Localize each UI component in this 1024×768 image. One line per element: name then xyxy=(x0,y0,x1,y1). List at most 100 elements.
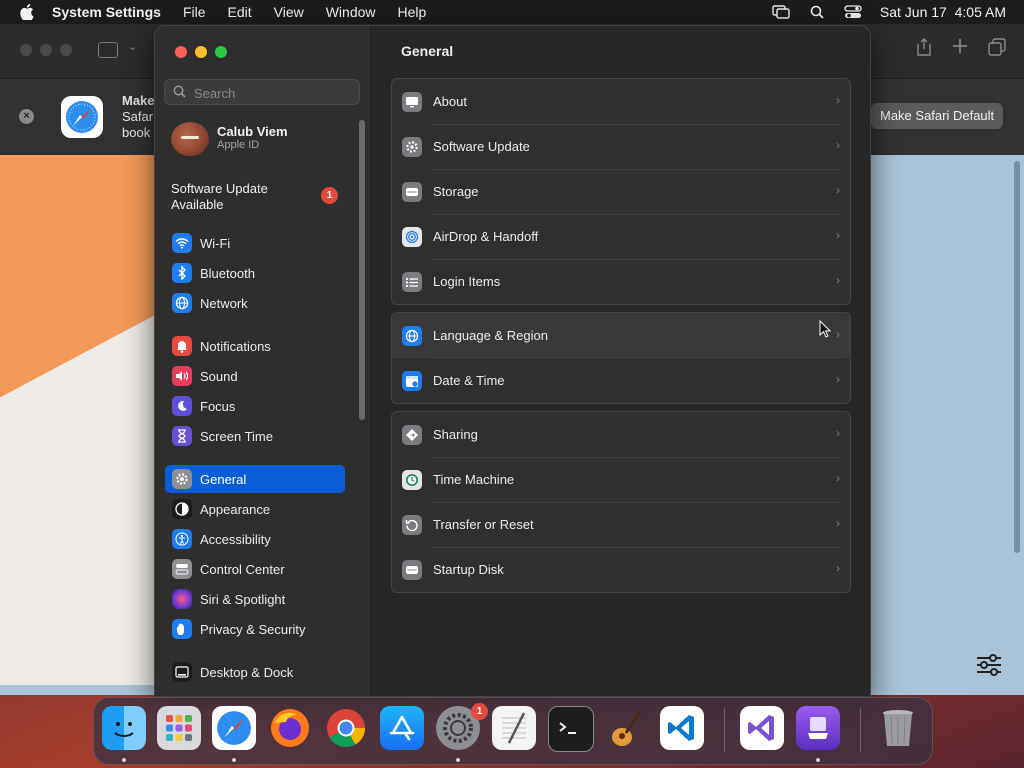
sidebar-scrollbar[interactable] xyxy=(359,120,365,420)
sidebar-item-network[interactable]: Network xyxy=(165,289,345,317)
sidebar-item-privacy-security[interactable]: Privacy & Security xyxy=(165,615,345,643)
menu-file[interactable]: File xyxy=(183,4,206,20)
chevron-right-icon: › xyxy=(836,372,840,386)
chevron-right-icon: › xyxy=(836,426,840,440)
banner-title: Make xyxy=(122,93,155,108)
menu-edit[interactable]: Edit xyxy=(228,4,252,20)
minimize-window-button[interactable] xyxy=(195,46,207,58)
share-icon[interactable] xyxy=(916,38,932,61)
running-indicator xyxy=(122,758,126,762)
app-store-icon[interactable] xyxy=(380,706,424,750)
banner-line-3: book xyxy=(122,125,151,140)
sidebar-item-wifi[interactable]: Wi-Fi xyxy=(165,229,345,257)
settings-row-transfer-reset[interactable]: Transfer or Reset › xyxy=(392,502,850,547)
sidebar-item-label: Privacy & Security xyxy=(200,621,306,637)
trash-icon[interactable] xyxy=(876,706,920,750)
safari-icon[interactable] xyxy=(212,706,256,750)
search-input[interactable] xyxy=(192,83,356,103)
control-center-icon[interactable] xyxy=(844,4,862,20)
sidebar-toggle-icon[interactable] xyxy=(98,42,118,58)
terminal-icon[interactable] xyxy=(548,706,594,752)
sidebar-item-label: Notifications xyxy=(200,338,271,354)
sidebar-item-accessibility[interactable]: Accessibility xyxy=(165,525,345,553)
settings-row-about[interactable]: About › xyxy=(392,79,850,124)
globe-icon xyxy=(172,293,192,313)
sidebar-item-label: Accessibility xyxy=(200,531,271,547)
sidebar-item-notifications[interactable]: Notifications xyxy=(165,332,345,360)
vscode-icon[interactable] xyxy=(660,706,704,750)
page-title: General xyxy=(401,43,454,59)
apple-id-account[interactable]: Calub Viem Apple ID xyxy=(171,122,361,162)
display-icon xyxy=(402,91,422,112)
gear-badge-icon xyxy=(402,136,422,157)
dock-separator xyxy=(724,708,725,752)
chevron-right-icon: › xyxy=(836,327,840,341)
settings-row-login-items[interactable]: Login Items › xyxy=(392,259,850,304)
settings-row-date-time[interactable]: Date & Time › xyxy=(392,358,850,403)
menu-window[interactable]: Window xyxy=(326,4,376,20)
close-window-button[interactable] xyxy=(175,46,187,58)
sidebar-item-sound[interactable]: Sound xyxy=(165,362,345,390)
close-icon[interactable]: × xyxy=(19,109,34,124)
safari-window-controls[interactable] xyxy=(20,44,72,56)
sidebar-item-label: General xyxy=(200,471,247,487)
sidebar-item-focus[interactable]: Focus xyxy=(165,392,345,420)
sidebar-item-screen-time[interactable]: Screen Time xyxy=(165,422,345,450)
settings-row-airdrop-handoff[interactable]: AirDrop & Handoff › xyxy=(392,214,850,259)
screen-mirroring-icon[interactable] xyxy=(772,4,790,20)
sidebar-item-label: Control Center xyxy=(200,561,285,577)
settings-row-software-update[interactable]: Software Update › xyxy=(392,124,850,169)
menu-clock[interactable]: Sat Jun 17 4:05 AM xyxy=(880,4,1006,20)
make-safari-default-button[interactable]: Make Safari Default xyxy=(871,103,1004,129)
menu-help[interactable]: Help xyxy=(398,4,427,20)
settings-row-language-region[interactable]: Language & Region › xyxy=(392,313,850,358)
dock: 1 xyxy=(93,697,933,765)
settings-row-time-machine[interactable]: Time Machine › xyxy=(392,457,850,502)
apple-menu-icon[interactable] xyxy=(18,3,36,21)
settings-row-startup-disk[interactable]: Startup Disk › xyxy=(392,547,850,592)
textedit-icon[interactable] xyxy=(492,706,536,750)
sidebar-item-bluetooth[interactable]: Bluetooth xyxy=(165,259,345,287)
sidebar-item-desktop-dock[interactable]: Desktop & Dock xyxy=(165,658,345,686)
disk-icon xyxy=(402,559,422,580)
new-tab-icon[interactable] xyxy=(952,38,968,61)
menu-bar: System Settings File Edit View Window He… xyxy=(0,0,1024,24)
sidebar-item-appearance[interactable]: Appearance xyxy=(165,495,345,523)
chrome-icon[interactable] xyxy=(324,706,368,750)
menu-view[interactable]: View xyxy=(274,4,304,20)
hourglass-icon xyxy=(172,426,192,446)
finder-icon[interactable] xyxy=(102,706,146,750)
row-label: Transfer or Reset xyxy=(433,517,534,532)
settings-row-storage[interactable]: Storage › xyxy=(392,169,850,214)
spotlight-search-icon[interactable] xyxy=(808,4,826,20)
running-indicator xyxy=(456,758,460,762)
avatar xyxy=(171,122,209,156)
mouse-pointer-icon xyxy=(819,319,832,343)
sidebar-item-control-center[interactable]: Control Center xyxy=(165,555,345,583)
menu-app-name[interactable]: System Settings xyxy=(52,4,161,20)
safari-scrollbar[interactable] xyxy=(1014,161,1020,553)
row-label: Storage xyxy=(433,184,479,199)
launchpad-icon[interactable] xyxy=(157,706,201,750)
search-field[interactable] xyxy=(164,79,360,105)
running-indicator xyxy=(816,758,820,762)
window-controls xyxy=(175,46,227,58)
reset-icon xyxy=(402,514,422,535)
firefox-icon[interactable] xyxy=(268,706,312,750)
zoom-window-button[interactable] xyxy=(215,46,227,58)
software-update-notice[interactable]: Software Update Available 1 xyxy=(171,181,351,213)
tab-overview-icon[interactable] xyxy=(988,38,1006,61)
sliders-icon[interactable] xyxy=(976,654,1002,681)
chevron-down-icon[interactable]: ⌄ xyxy=(128,40,137,53)
globe-icon xyxy=(402,325,422,346)
control-center-icon xyxy=(172,559,192,579)
garageband-icon[interactable] xyxy=(604,706,648,750)
sidebar-item-general[interactable]: General xyxy=(165,465,345,493)
sidebar-item-siri-spotlight[interactable]: Siri & Spotlight xyxy=(165,585,345,613)
moon-icon xyxy=(172,396,192,416)
bluetooth-icon xyxy=(172,263,192,283)
apple-configurator-icon[interactable] xyxy=(796,706,840,750)
account-name: Calub Viem xyxy=(217,124,288,139)
settings-row-sharing[interactable]: Sharing › xyxy=(392,412,850,457)
visual-studio-icon[interactable] xyxy=(740,706,784,750)
